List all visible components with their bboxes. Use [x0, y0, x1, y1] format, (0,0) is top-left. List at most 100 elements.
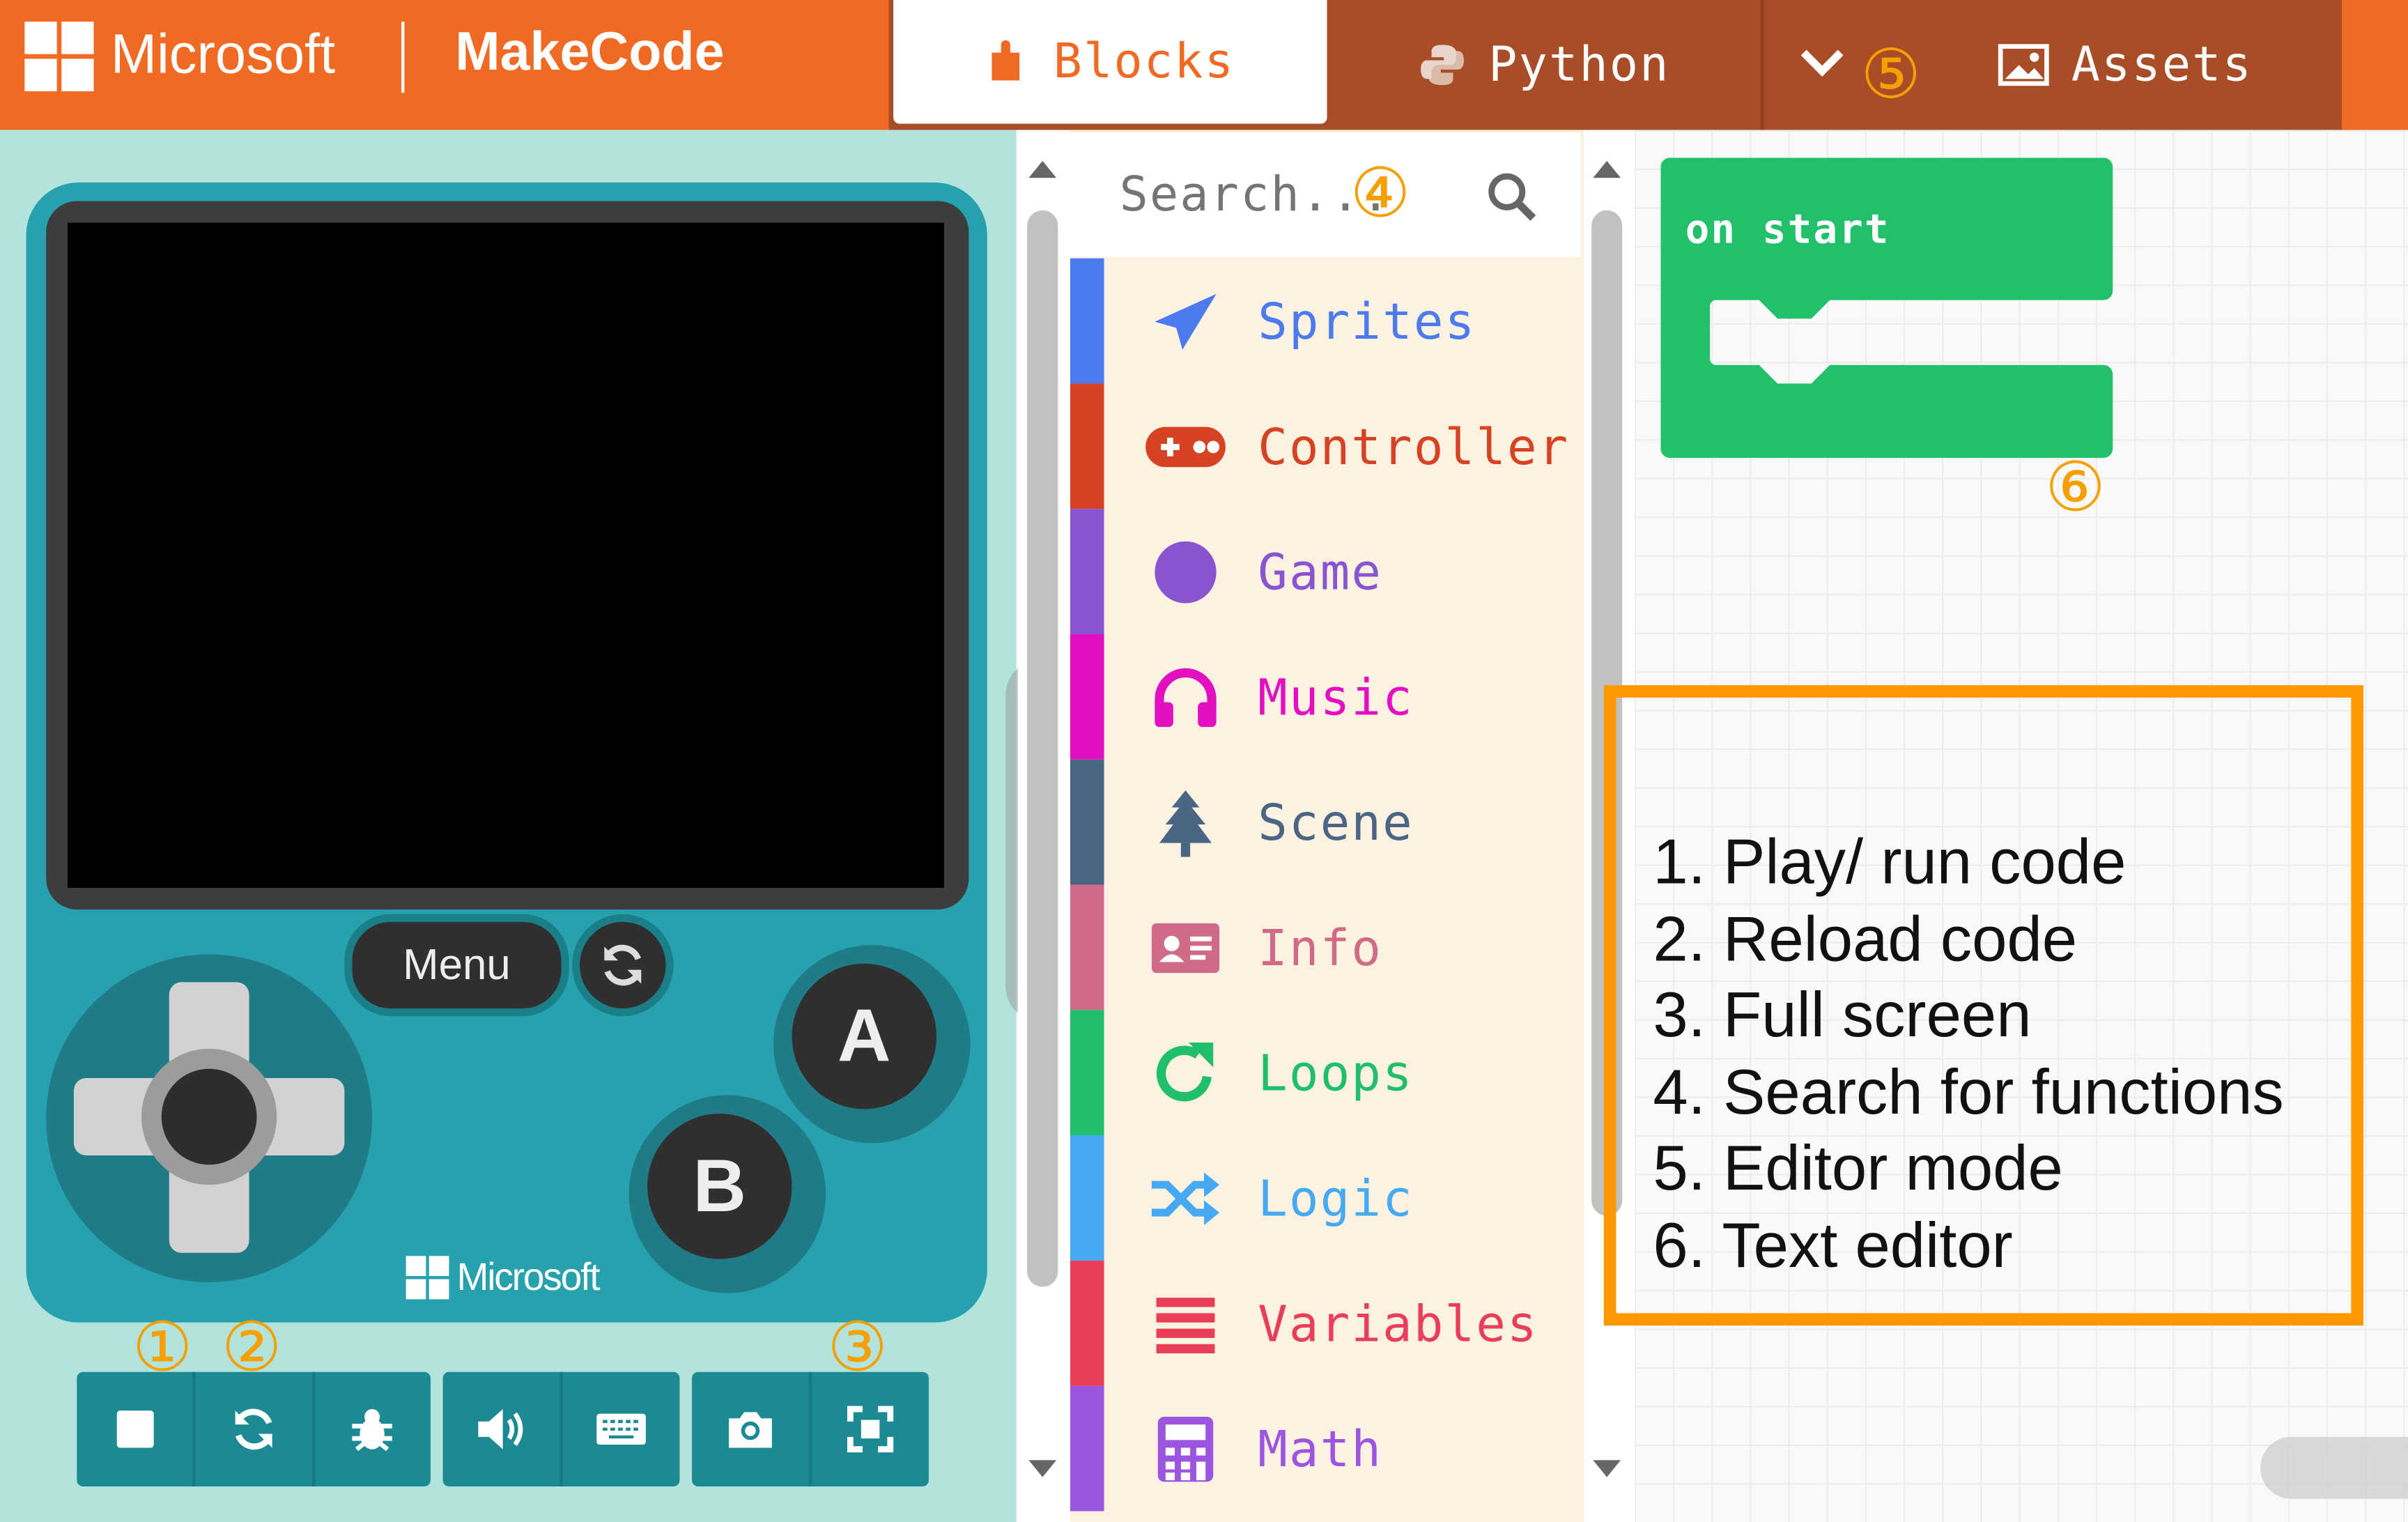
stop-button[interactable] [77, 1371, 196, 1486]
tab-python[interactable]: Python [1327, 0, 1761, 130]
workspace-horizontal-scrollbar[interactable] [2260, 1436, 2408, 1499]
paper-plane-icon [1132, 290, 1239, 352]
sound-button[interactable] [443, 1371, 563, 1486]
scroll-down-icon[interactable] [1590, 1457, 1624, 1482]
device-brand: Microsoft [456, 1256, 600, 1300]
category-color-bar [1070, 633, 1104, 760]
legend-item: 5. Editor mode [1653, 1132, 2063, 1204]
category-label: Sprites [1258, 291, 1476, 351]
stop-icon [116, 1410, 153, 1448]
button-a-label: A [838, 995, 891, 1077]
toolbox-category-controller[interactable]: Controller [1070, 383, 1581, 509]
category-color-bar [1070, 1260, 1104, 1386]
microsoft-logo-icon [24, 22, 95, 93]
marker-4: ④ [1350, 154, 1411, 234]
legend-item: 4. Search for functions [1653, 1055, 2284, 1127]
image-icon [1998, 44, 2049, 86]
menu-button[interactable]: Menu [344, 914, 569, 1017]
toolbox-category-math[interactable]: Math [1070, 1385, 1581, 1512]
category-label: Music [1258, 667, 1414, 727]
redo-icon [1132, 1038, 1239, 1107]
game-screen[interactable] [68, 222, 945, 888]
button-b-label: B [693, 1145, 747, 1228]
sim-toolbar-io [442, 1371, 680, 1486]
category-color-bar [1070, 1010, 1104, 1136]
scroll-up-icon[interactable] [1026, 156, 1060, 181]
refresh-icon [604, 944, 642, 986]
sim-restart-button[interactable] [571, 914, 674, 1017]
brand-label[interactable]: Microsoft [111, 22, 335, 86]
toolbox-search [1070, 132, 1581, 257]
camera-icon [729, 1412, 772, 1448]
legend-item: 1. Play/ run code [1653, 826, 2127, 898]
circle-icon [1132, 537, 1239, 606]
toolbox-category-loops[interactable]: Loops [1070, 1010, 1581, 1136]
editor-mode-dropdown[interactable] [1791, 31, 1853, 93]
chevron-down-icon [1800, 49, 1844, 77]
marker-6: ⑥ [2045, 448, 2106, 528]
refresh-icon [235, 1408, 272, 1450]
marker-1: ① [132, 1308, 193, 1388]
category-label: Game [1258, 541, 1383, 601]
makecode-window: Microsoft MakeCode Blocks Python Assets [0, 0, 2408, 1522]
tab-separator [1760, 0, 1764, 130]
sim-toolbar-run [77, 1371, 431, 1486]
category-color-bar [1070, 509, 1104, 634]
category-color-bar [1070, 884, 1104, 1010]
legend-item: 3. Full screen [1653, 978, 2032, 1051]
toolbox-category-music[interactable]: Music [1070, 633, 1581, 760]
tab-assets-label: Assets [2071, 37, 2253, 93]
toolbox-category-sprites[interactable]: Sprites [1070, 258, 1581, 384]
category-label: Controller [1258, 417, 1570, 476]
tab-blocks[interactable]: Blocks [893, 0, 1327, 124]
marker-3: ③ [827, 1308, 888, 1388]
gamepad-icon [1132, 420, 1239, 472]
scroll-up-icon[interactable] [1590, 156, 1624, 181]
tree-icon [1132, 787, 1239, 858]
dpad-center[interactable] [161, 1068, 257, 1165]
product-label[interactable]: MakeCode [455, 22, 724, 84]
speaker-icon [478, 1408, 523, 1450]
fullscreen-icon [847, 1406, 894, 1453]
brand-divider [401, 22, 405, 93]
on-start-block[interactable] [1660, 157, 2115, 461]
scroll-down-icon[interactable] [1026, 1457, 1060, 1482]
toolbox-category-scene[interactable]: Scene [1070, 759, 1581, 885]
puzzle-icon [991, 40, 1020, 81]
category-label: Logic [1258, 1168, 1414, 1228]
on-start-label: on start [1685, 207, 1890, 254]
search-icon[interactable] [1485, 170, 1538, 222]
sim-toolbar-view [692, 1371, 929, 1486]
device-logo-icon [406, 1256, 449, 1300]
toolbox-category-logic[interactable]: Logic [1070, 1135, 1581, 1261]
fullscreen-button[interactable] [812, 1372, 929, 1486]
tab-assets[interactable]: Assets [1940, 0, 2310, 130]
calculator-icon [1132, 1415, 1239, 1483]
toolbox-category-game[interactable]: Game [1070, 509, 1581, 634]
list-icon [1132, 1294, 1239, 1353]
id-card-icon [1132, 921, 1239, 974]
toolbox-category-info[interactable]: Info [1070, 884, 1581, 1010]
legend-item: 2. Reload code [1653, 902, 2078, 974]
category-color-bar [1070, 759, 1104, 885]
category-color-bar [1070, 258, 1104, 384]
screenshot-button[interactable] [692, 1371, 812, 1486]
block-shape [1660, 157, 2113, 458]
keyboard-button[interactable] [563, 1372, 680, 1486]
shuffle-icon [1132, 1170, 1239, 1226]
scrollbar-thumb[interactable] [1027, 210, 1058, 1287]
debug-button[interactable] [315, 1372, 431, 1486]
category-label: Info [1258, 918, 1383, 977]
marker-2: ② [221, 1308, 282, 1388]
category-label: Scene [1258, 792, 1414, 852]
headphones-icon [1132, 664, 1239, 729]
python-icon [1421, 45, 1464, 86]
marker-5: ⑤ [1860, 36, 1922, 115]
toolbox-category-variables[interactable]: Variables [1070, 1260, 1581, 1386]
button-a[interactable]: A [792, 963, 937, 1109]
restart-button[interactable] [196, 1371, 315, 1486]
header-right-edge [2342, 0, 2408, 130]
keyboard-icon [596, 1413, 646, 1445]
tab-blocks-label: Blocks [1053, 33, 1235, 90]
button-b[interactable]: B [647, 1114, 792, 1259]
